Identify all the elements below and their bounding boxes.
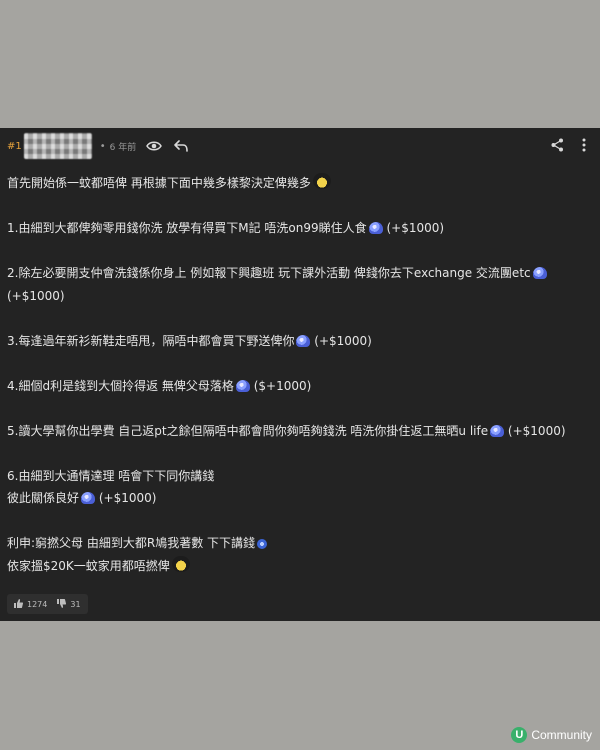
header-actions (551, 138, 586, 152)
post-line-text: 2.除左必要開支仲會洗錢係你身上 例如報下興趣班 玩下課外活動 俾錢你去下exc… (7, 266, 531, 280)
amount-text: (+$1000) (310, 333, 372, 348)
post-line-text: 3.每逢過年新衫新鞋走唔甩，隔唔中都會買下野送俾你 (7, 333, 295, 348)
post-line: 1.由細到大都俾夠零用錢你洗 放學有得買下M記 唔洗on99睇住人食 (+$10… (7, 217, 593, 240)
post-line: 依家搵$20K一蚊家用都唔撚俾 (7, 555, 593, 578)
emoji-icon (257, 539, 268, 549)
downvote-button[interactable]: 31 (57, 598, 81, 610)
brand-logo: U Community (511, 726, 592, 744)
brand-name: Community (531, 728, 592, 742)
brand-badge-icon: U (511, 727, 528, 743)
post-line: 利申:窮撚父母 由細到大都R鳩我著數 下下講錢 (7, 532, 593, 555)
post-line-text: 首先開始係一蚊都唔俾 再根據下面中幾多樣黎決定俾幾多 (7, 176, 311, 190)
upvote-count: 1274 (27, 599, 48, 609)
emoji-icon (235, 379, 250, 392)
post-line-text: 彼此關係良好 (7, 491, 80, 505)
thumbs-down-icon (57, 598, 67, 610)
post-header: #1 • 6 年前 (0, 128, 600, 164)
vote-bar: 1274 31 (7, 594, 88, 614)
post-line-text: 5.讀大學幫你出學費 自己返pt之餘但隔唔中都會問你夠唔夠錢洗 唔洗你掛住返工無… (7, 423, 489, 438)
upvote-button[interactable]: 1274 (14, 598, 48, 610)
amount-text: ($+1000) (249, 378, 312, 393)
emoji-icon (490, 424, 505, 437)
post-line-text: (+$1000) (7, 288, 65, 303)
post-content: 首先開始係一蚊都唔俾 再根據下面中幾多樣黎決定俾幾多 1.由細到大都俾夠零用錢你洗… (7, 172, 593, 577)
emoji-icon (171, 555, 190, 572)
post-line: 彼此關係良好 (+$1000) (7, 487, 593, 510)
post-line: 6.由細到大通情達理 唔會下下同你講錢 (7, 465, 593, 488)
post-line: 4.細個d利是錢到大個拎得返 無俾父母落格 ($+1000) (7, 375, 593, 398)
emoji-icon (532, 267, 547, 279)
downvote-count: 31 (70, 599, 81, 609)
share-icon[interactable] (551, 138, 564, 152)
reply-icon[interactable] (174, 140, 189, 152)
post-line: 首先開始係一蚊都唔俾 再根據下面中幾多樣黎決定俾幾多 (7, 172, 593, 195)
post-number[interactable]: #1 (7, 141, 22, 152)
post-line: 3.每逢過年新衫新鞋走唔甩，隔唔中都會買下野送俾你 (+$1000) (7, 330, 593, 353)
post-line-text: 6.由細到大通情達理 唔會下下同你講錢 (7, 468, 215, 483)
emoji-icon (368, 222, 383, 234)
post-line: 2.除左必要開支仲會洗錢係你身上 例如報下興趣班 玩下課外活動 俾錢你去下exc… (7, 262, 593, 285)
emoji-icon (312, 173, 331, 189)
post-line-text: 利申:窮撚父母 由細到大都R鳩我著數 下下講錢 (7, 536, 256, 550)
post-panel: #1 • 6 年前 首先開始係一蚊都唔俾 再根據下面中幾多樣黎決定俾幾多 1.由細… (0, 128, 600, 621)
username-blurred[interactable] (23, 133, 92, 159)
amount-text: (+$1000) (382, 221, 445, 235)
post-line: (+$1000) (7, 285, 593, 308)
post-line-text: 4.細個d利是錢到大個拎得返 無俾父母落格 (7, 378, 234, 393)
post-line: 5.讀大學幫你出學費 自己返pt之餘但隔唔中都會問你夠唔夠錢洗 唔洗你掛住返工無… (7, 420, 593, 443)
post-line-text: 依家搵$20K一蚊家用都唔撚俾 (7, 558, 170, 573)
amount-text: (+$1000) (504, 423, 566, 438)
thumbs-up-icon (14, 598, 23, 610)
more-icon[interactable] (582, 138, 586, 152)
post-timestamp: 6 年前 (109, 142, 137, 153)
emoji-icon (81, 492, 96, 504)
separator-dot: • (99, 140, 106, 152)
post-line-text: 1.由細到大都俾夠零用錢你洗 放學有得買下M記 唔洗on99睇住人食 (7, 221, 367, 235)
emoji-icon (296, 334, 311, 347)
amount-text: (+$1000) (95, 491, 157, 505)
eye-icon[interactable] (146, 140, 163, 152)
